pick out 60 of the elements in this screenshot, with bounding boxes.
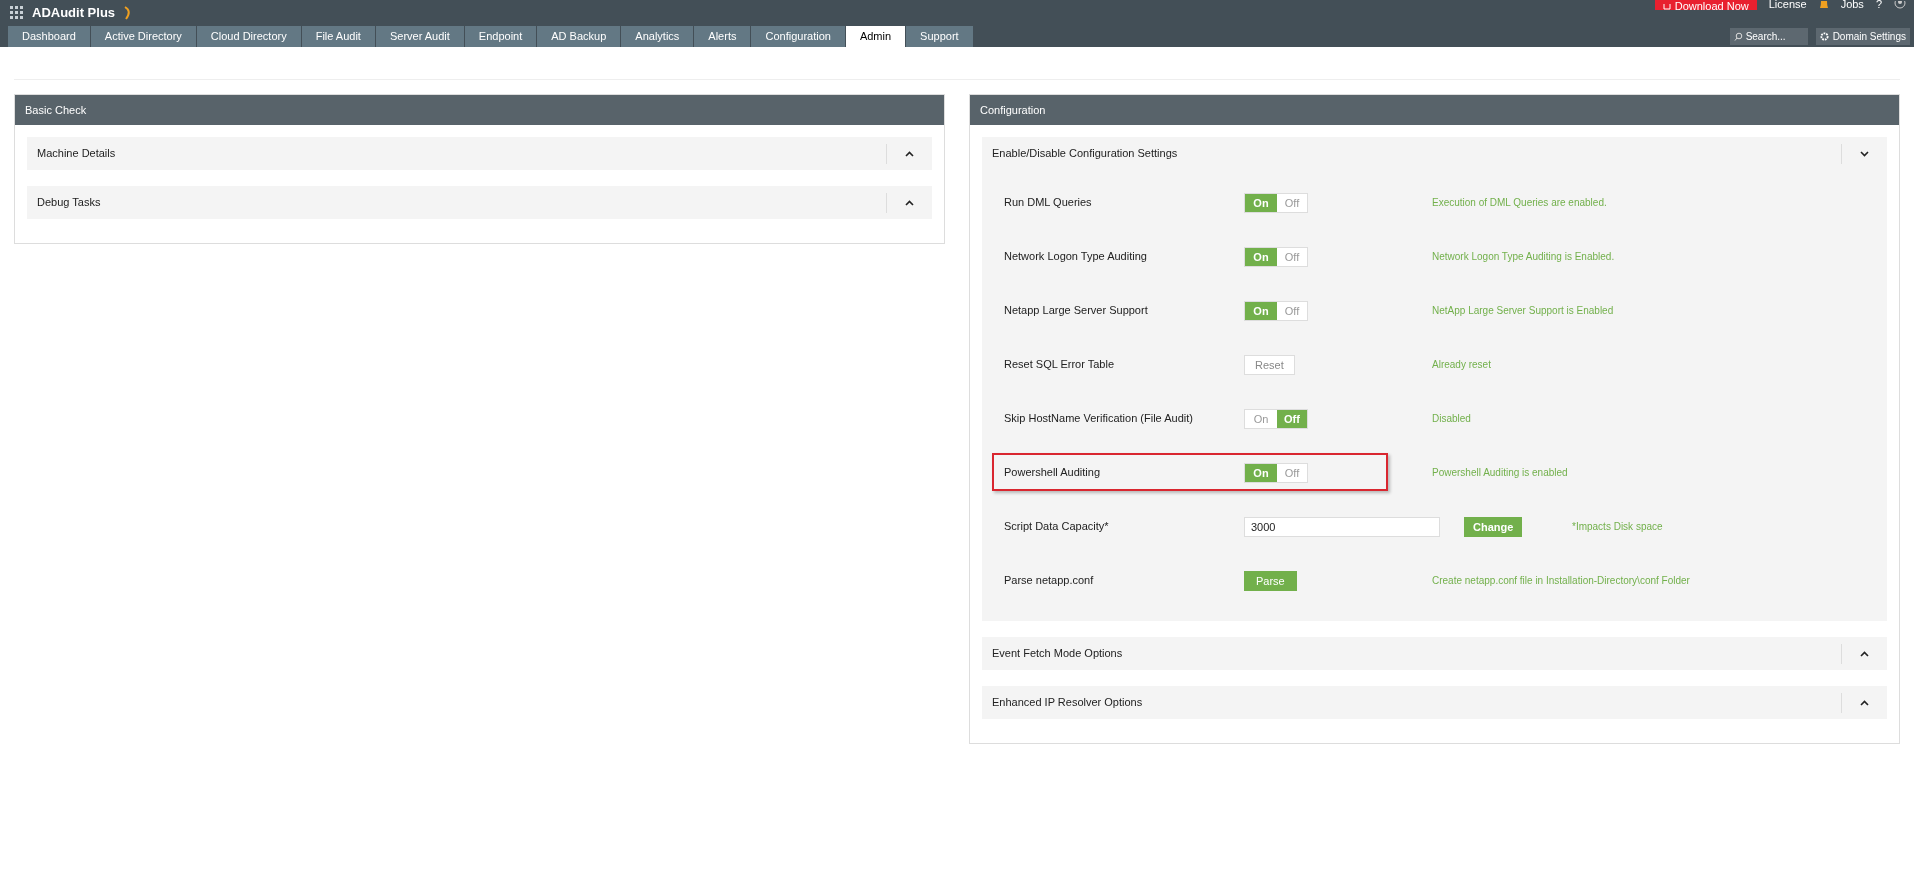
status-message: Execution of DML Queries are enabled. (1432, 196, 1607, 210)
nav-tab[interactable]: Server Audit (375, 26, 464, 47)
download-icon (1662, 4, 1671, 10)
capacity-input-field[interactable]: 3000 (1244, 517, 1440, 537)
nav-tab[interactable]: AD Backup (537, 26, 621, 47)
chevron-up-icon[interactable] (905, 199, 914, 206)
panel-header: Configuration (970, 95, 1899, 125)
toggle-on-option[interactable]: On (1245, 194, 1277, 212)
nav-tab[interactable]: File Audit (301, 26, 375, 47)
search-field[interactable]: Search... (1729, 28, 1808, 45)
nav-tab[interactable]: Admin (845, 26, 906, 47)
nav-tab[interactable]: Configuration (751, 26, 845, 47)
toggle-off-option[interactable]: Off (1277, 410, 1307, 428)
chevron-up-icon[interactable] (1860, 650, 1869, 657)
settings-icon (1819, 32, 1829, 41)
chevron-down-icon[interactable] (1860, 150, 1869, 157)
section-title[interactable]: Machine Details (37, 145, 116, 162)
parse-button[interactable]: Parse (1244, 571, 1297, 591)
toggle-on-option[interactable]: On (1245, 464, 1277, 482)
nav-tab[interactable]: Cloud Directory (196, 26, 301, 47)
setting-label: Reset SQL Error Table (1004, 357, 1115, 372)
toggle-on-option[interactable]: On (1245, 302, 1277, 320)
section-title[interactable]: Event Fetch Mode Options (992, 645, 1123, 662)
setting-label: Script Data Capacity* (1004, 519, 1109, 534)
nav-tab[interactable]: Endpoint (464, 26, 537, 47)
nav-tab[interactable]: Alerts (694, 26, 751, 47)
toggle-on-option[interactable]: On (1245, 248, 1277, 266)
nav-tab[interactable]: Dashboard (8, 26, 90, 47)
nav-tab[interactable]: Active Directory (90, 26, 196, 47)
app-grid-icon[interactable] (10, 5, 24, 20)
app-title: ADAudit Plus (32, 4, 116, 22)
section-title[interactable]: Enhanced IP Resolver Options (992, 694, 1143, 711)
setting-label: Skip HostName Verification (File Audit) (1004, 411, 1193, 426)
setting-label: Network Logon Type Auditing (1004, 249, 1147, 264)
download-button[interactable]: Download Now (1654, 0, 1757, 10)
setting-label: Parse netapp.conf (1004, 573, 1094, 588)
top-link[interactable]: Jobs (1840, 0, 1864, 10)
setting-label: Powershell Auditing (1004, 465, 1100, 480)
status-message: Network Logon Type Auditing is Enabled. (1432, 250, 1615, 264)
nav-tab[interactable]: Analytics (621, 26, 694, 47)
chevron-up-icon[interactable] (1860, 699, 1869, 706)
status-message: Create netapp.conf file in Installation-Directory\conf Folder (1432, 574, 1690, 588)
status-message: *Impacts Disk space (1572, 520, 1663, 534)
domain-settings-button[interactable]: Domain Settings (1815, 28, 1910, 45)
setting-label: Run DML Queries (1004, 195, 1092, 210)
panel-header: Basic Check (15, 95, 944, 125)
search-icon (1733, 32, 1743, 41)
status-message: Disabled (1432, 412, 1471, 426)
top-link[interactable]: ? (1875, 0, 1882, 10)
section-title[interactable]: Debug Tasks (37, 194, 101, 211)
change-button[interactable]: Change (1464, 517, 1523, 537)
nav-tab[interactable]: Support (906, 26, 973, 47)
chevron-up-icon[interactable] (905, 150, 914, 157)
status-message: Powershell Auditing is enabled (1432, 466, 1568, 480)
section-title[interactable]: Enable/Disable Configuration Settings (992, 145, 1178, 162)
setting-label: Netapp Large Server Support (1004, 303, 1148, 318)
status-message: NetApp Large Server Support is Enabled (1432, 304, 1614, 318)
status-message: Already reset (1432, 358, 1491, 372)
top-link[interactable]: License (1768, 0, 1807, 10)
bell-icon[interactable] (1818, 1, 1829, 9)
